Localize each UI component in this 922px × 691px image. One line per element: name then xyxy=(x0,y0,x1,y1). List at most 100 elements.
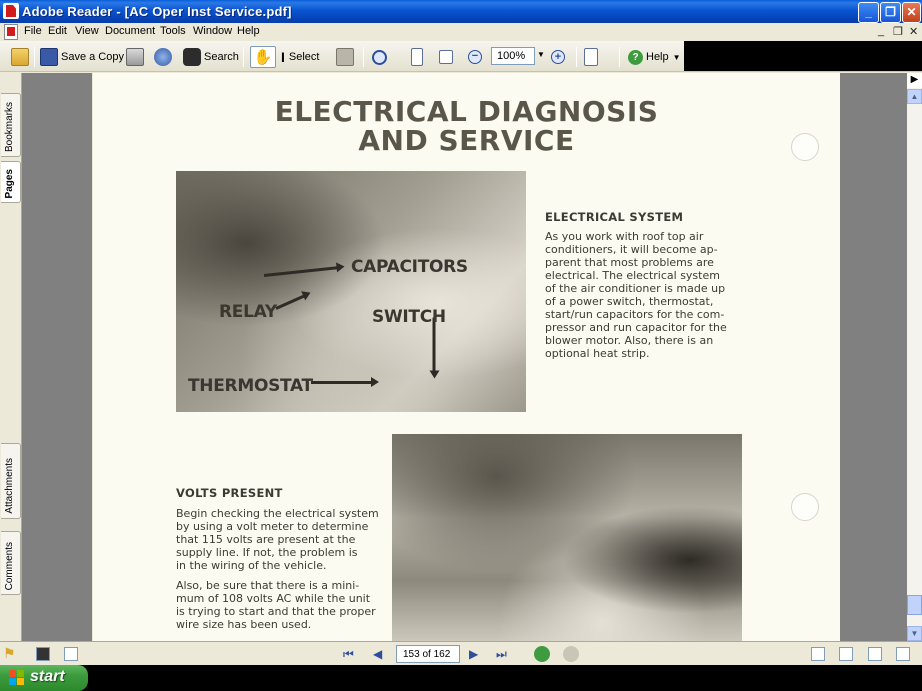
menu-bar: File Edit View Document Tools Window Hel… xyxy=(0,23,922,41)
windows-taskbar: start xyxy=(0,665,922,691)
single-page-layout-icon[interactable] xyxy=(811,647,825,661)
text-line: mum of 108 volts AC while the unit xyxy=(176,592,371,605)
volts-present-heading: VOLTS PRESENT xyxy=(176,486,283,500)
minimize-button[interactable]: _ xyxy=(858,2,879,23)
scroll-up-button[interactable]: ▲ xyxy=(907,89,922,104)
hand-icon: ✋ xyxy=(253,49,273,66)
magnifier-icon xyxy=(372,49,387,65)
windows-logo-icon xyxy=(9,670,25,686)
tab-comments-label: Comments xyxy=(4,541,15,590)
thermostat-arrow xyxy=(311,377,379,387)
text-line: electrical. The electrical system xyxy=(545,269,720,282)
binder-hole xyxy=(791,493,819,521)
next-page-button[interactable]: ▶ xyxy=(469,647,478,661)
rotate-view-button[interactable] xyxy=(584,46,601,68)
adobe-reader-icon[interactable] xyxy=(3,3,19,19)
menu-tools[interactable]: Tools xyxy=(160,25,186,37)
text-line: supply line. If not, the problem is xyxy=(176,546,358,559)
switch-label: SWITCH xyxy=(372,307,446,327)
tab-pages[interactable]: Pages xyxy=(1,161,21,203)
continuous-facing-layout-icon[interactable] xyxy=(896,647,910,661)
paragraph: Begin checking the electrical system by … xyxy=(176,507,386,572)
navigation-panel: Bookmarks Pages Attachments Comments xyxy=(0,73,22,641)
volt-meter-check-photo xyxy=(392,434,742,641)
text-line: pressor and run capacitor for the xyxy=(545,321,727,334)
toolbar-empty-area xyxy=(684,41,922,71)
text-line: is trying to start and that the proper xyxy=(176,605,376,618)
actual-size-button[interactable] xyxy=(411,46,426,68)
menu-edit[interactable]: Edit xyxy=(48,25,67,37)
zoom-in-tool-button[interactable] xyxy=(372,46,390,68)
menu-window[interactable]: Window xyxy=(193,25,232,37)
tab-pages-label: Pages xyxy=(4,168,15,198)
scroll-thumb[interactable] xyxy=(907,595,922,615)
start-label: start xyxy=(30,668,65,685)
pdf-document-icon[interactable] xyxy=(4,24,18,40)
text-line: of a power switch, thermostat, xyxy=(545,295,714,308)
zoom-in-button[interactable]: + xyxy=(551,46,565,68)
minus-circle-icon: − xyxy=(468,50,482,64)
go-back-button[interactable] xyxy=(534,646,550,662)
page-view-icon[interactable] xyxy=(36,647,50,661)
go-forward-button[interactable] xyxy=(563,646,579,662)
doc-minimize-button[interactable]: _ xyxy=(878,25,884,37)
first-page-button[interactable]: ⏮ xyxy=(343,647,354,662)
help-button[interactable]: ? Help ▼ xyxy=(628,46,681,68)
document-page[interactable]: ELECTRICAL DIAGNOSIS AND SERVICE CAPACIT… xyxy=(93,73,840,641)
restore-button[interactable]: ❐ xyxy=(880,2,901,23)
zoom-out-button[interactable]: − xyxy=(468,46,482,68)
menu-file[interactable]: File xyxy=(24,25,42,37)
printer-icon xyxy=(126,48,144,66)
help-dropdown-icon: ▼ xyxy=(672,52,681,62)
search-button[interactable]: Search xyxy=(183,46,239,68)
capacitors-arrow xyxy=(263,266,339,277)
document-status-icon[interactable]: ⚑ xyxy=(3,645,16,662)
scroll-down-button[interactable]: ▼ xyxy=(907,626,922,641)
save-copy-label: Save a Copy xyxy=(61,51,124,63)
menu-document[interactable]: Document xyxy=(105,25,155,37)
window-title: Adobe Reader - [AC Oper Inst Service.pdf… xyxy=(22,4,292,19)
text-line: of the air conditioner is made up xyxy=(545,282,726,295)
volts-present-text: Begin checking the electrical system by … xyxy=(176,507,386,638)
doc-restore-button[interactable]: ❐ xyxy=(893,25,903,38)
fit-width-button[interactable] xyxy=(439,46,456,68)
tab-comments[interactable]: Comments xyxy=(1,531,21,595)
facing-layout-icon[interactable] xyxy=(868,647,882,661)
tab-bookmarks[interactable]: Bookmarks xyxy=(1,93,21,157)
thumbnail-view-icon[interactable] xyxy=(64,647,78,661)
zoom-level-dropdown-icon[interactable]: ▼ xyxy=(537,50,545,59)
continuous-layout-icon[interactable] xyxy=(839,647,853,661)
open-button[interactable] xyxy=(11,46,32,68)
panel-expand-arrow-icon[interactable]: ▶ xyxy=(907,73,922,88)
page-number-input[interactable]: 153 of 162 xyxy=(396,645,460,663)
zoom-level-input[interactable]: 100% xyxy=(491,47,535,65)
workspace-left-margin xyxy=(22,73,92,641)
close-button[interactable]: ✕ xyxy=(902,2,921,23)
page-fit-width-icon xyxy=(439,50,453,64)
email-button[interactable] xyxy=(154,46,175,68)
menu-help[interactable]: Help xyxy=(237,25,260,37)
tab-bookmarks-label: Bookmarks xyxy=(4,101,15,152)
text-line: Begin checking the electrical system xyxy=(176,507,379,520)
print-button[interactable] xyxy=(126,46,147,68)
capacitors-label: CAPACITORS xyxy=(351,257,468,277)
text-line: in the wiring of the vehicle. xyxy=(176,559,327,572)
last-page-button[interactable]: ⏭ xyxy=(496,647,507,662)
text-line: Also, be sure that there is a mini- xyxy=(176,579,360,592)
select-tool-button[interactable]: I Select xyxy=(281,46,319,68)
page-title-line2: AND SERVICE xyxy=(358,124,575,157)
menu-view[interactable]: View xyxy=(75,25,99,37)
doc-close-button[interactable]: ✕ xyxy=(909,25,918,38)
hand-tool-button[interactable]: ✋ xyxy=(250,46,276,68)
tab-attachments[interactable]: Attachments xyxy=(1,443,21,519)
text-line: that 115 volts are present at the xyxy=(176,533,356,546)
paragraph: Also, be sure that there is a mini- mum … xyxy=(176,579,386,631)
start-button[interactable]: start xyxy=(0,665,88,691)
camera-icon xyxy=(336,48,354,66)
snapshot-tool-button[interactable] xyxy=(336,46,357,68)
previous-page-button[interactable]: ◀ xyxy=(373,647,382,661)
select-label: Select xyxy=(288,51,320,63)
save-copy-button[interactable]: Save a Copy xyxy=(40,46,124,68)
vertical-scrollbar[interactable]: ▶ ▲ ▼ xyxy=(907,73,922,641)
relay-arrow xyxy=(275,294,306,310)
